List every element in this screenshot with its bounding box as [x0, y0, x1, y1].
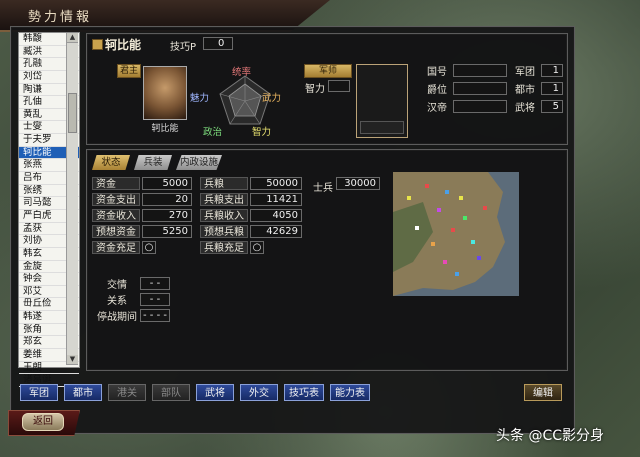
skill-p-label: 技巧P	[170, 42, 197, 53]
tab-1[interactable]: 兵装	[134, 155, 172, 170]
food-row: 兵粮充足 ○	[200, 240, 302, 255]
finance-label: 资金	[92, 177, 140, 190]
ruler-name-header: 轲比能	[105, 38, 142, 52]
stat-label-war: 武力	[262, 93, 282, 104]
info-label: 爵位	[427, 84, 447, 96]
bottom-button-0[interactable]: 军团	[20, 384, 58, 401]
bottom-button-3[interactable]: 部队	[152, 384, 190, 401]
stat-label-charm: 魅力	[190, 93, 210, 104]
food-label: 兵粮收入	[200, 209, 248, 222]
finance-label: 资金支出	[92, 193, 140, 206]
advisor-intel-value	[328, 80, 350, 92]
troops-value: 30000	[336, 177, 380, 190]
food-value: 11421	[250, 193, 302, 206]
diplomacy-label: 关系	[107, 296, 127, 307]
diplomacy-label: 停战期间	[97, 312, 137, 323]
advisor-intel-label: 智力	[305, 84, 325, 95]
food-label: 兵粮支出	[200, 193, 248, 206]
info-value	[453, 63, 507, 77]
diplomacy-value: - -	[140, 293, 170, 306]
bottom-button-5[interactable]: 外交	[240, 384, 278, 401]
ruler-portrait[interactable]	[143, 66, 187, 120]
diplomacy-row: 停战期间 - - - -	[92, 308, 170, 323]
finance-value: 5000	[142, 177, 192, 190]
food-row: 兵粮支出 11421	[200, 192, 302, 207]
food-label: 预想兵粮	[200, 225, 248, 238]
info-label: 汉帝	[427, 102, 447, 114]
info-row: 国号 军团 1	[427, 62, 563, 78]
ruler-portrait-name: 轲比能	[151, 124, 179, 134]
troops-label: 士兵	[313, 183, 333, 194]
finance-label: 资金收入	[92, 209, 140, 222]
diplomacy-label: 交情	[107, 280, 127, 291]
finance-row: 资金充足 ○	[92, 240, 192, 255]
faction-info-grid: 国号 军团 1 爵位 都市 1 汉帝 武将 5	[427, 62, 563, 116]
food-value: 50000	[250, 177, 302, 190]
finance-value: ○	[142, 241, 156, 254]
finance-row: 预想资金 5250	[92, 224, 192, 239]
info-value: 1	[541, 81, 563, 95]
info-value	[453, 99, 507, 113]
diplomacy-row: 交情 - -	[92, 276, 170, 291]
diplomacy-value: - -	[140, 277, 170, 290]
advisor-name-field	[360, 121, 404, 134]
detail-tabs: 状态 兵装 内政设施	[92, 155, 222, 170]
scroll-up-icon[interactable]: ▲	[67, 33, 78, 43]
bottom-button-7[interactable]: 能力表	[330, 384, 370, 401]
food-value: 4050	[250, 209, 302, 222]
officer-list-scrollbar[interactable]: ▲ ▼	[66, 33, 78, 365]
food-label: 兵粮充足	[200, 241, 248, 254]
finance-value: 5250	[142, 225, 192, 238]
info-label: 军团	[515, 66, 535, 78]
info-value: 1	[541, 63, 563, 77]
info-row: 爵位 都市 1	[427, 80, 563, 96]
faction-flag-icon	[92, 39, 103, 50]
food-value: ○	[250, 241, 264, 254]
stat-label-command: 统率	[232, 67, 252, 78]
window-title: 勢力情報	[28, 10, 93, 25]
finance-row: 资金 5000	[92, 176, 192, 191]
bottom-button-bar: 军团 都市 港关 部队 武将 外交 技巧表 能力表	[20, 384, 370, 401]
food-row: 预想兵粮 42629	[200, 224, 302, 239]
food-row: 兵粮 50000	[200, 176, 302, 191]
finance-value: 20	[142, 193, 192, 206]
edit-button[interactable]: 编辑	[524, 384, 562, 401]
watermark: 头条 @CC影分身	[496, 428, 605, 444]
diplomacy-value: - - - -	[140, 309, 170, 322]
info-value: 5	[541, 99, 563, 113]
food-value: 42629	[250, 225, 302, 238]
diplomacy-row: 关系 - -	[92, 292, 170, 307]
info-label: 国号	[427, 66, 447, 78]
bottom-button-4[interactable]: 武将	[196, 384, 234, 401]
scroll-thumb[interactable]	[68, 93, 77, 133]
finance-row: 资金收入 270	[92, 208, 192, 223]
minimap[interactable]	[393, 172, 519, 296]
bottom-button-1[interactable]: 都市	[64, 384, 102, 401]
finance-label: 预想资金	[92, 225, 140, 238]
bottom-button-2[interactable]: 港关	[108, 384, 146, 401]
tab-0[interactable]: 状态	[92, 155, 130, 170]
diplomacy-table: 交情 - - 关系 - - 停战期间 - - - -	[92, 276, 170, 324]
finance-row: 资金支出 20	[92, 192, 192, 207]
info-row: 汉帝 武将 5	[427, 98, 563, 114]
info-label: 都市	[515, 84, 535, 96]
info-label: 武将	[515, 102, 535, 114]
stat-label-politics: 政治	[203, 127, 223, 138]
scroll-down-icon[interactable]: ▼	[67, 355, 78, 365]
food-row: 兵粮收入 4050	[200, 208, 302, 223]
stat-label-intelligence: 智力	[252, 127, 272, 138]
advisor-role-badge: 军师	[304, 64, 352, 78]
info-value	[453, 81, 507, 95]
finance-value: 270	[142, 209, 192, 222]
tab-2[interactable]: 内政设施	[176, 155, 222, 170]
back-button[interactable]: 返回	[22, 413, 64, 431]
bottom-button-6[interactable]: 技巧表	[284, 384, 324, 401]
skill-p-value: 0	[203, 37, 233, 50]
food-table: 兵粮 50000 兵粮支出 11421 兵粮收入 4050 预想兵粮 42629 兵粮充足 ○	[200, 176, 302, 256]
ruler-role-badge: 君主	[117, 64, 141, 78]
finance-table: 资金 5000 资金支出 20 资金收入 270 预想资金 5250 资金充足 ○	[92, 176, 192, 256]
food-label: 兵粮	[200, 177, 248, 190]
finance-label: 资金充足	[92, 241, 140, 254]
